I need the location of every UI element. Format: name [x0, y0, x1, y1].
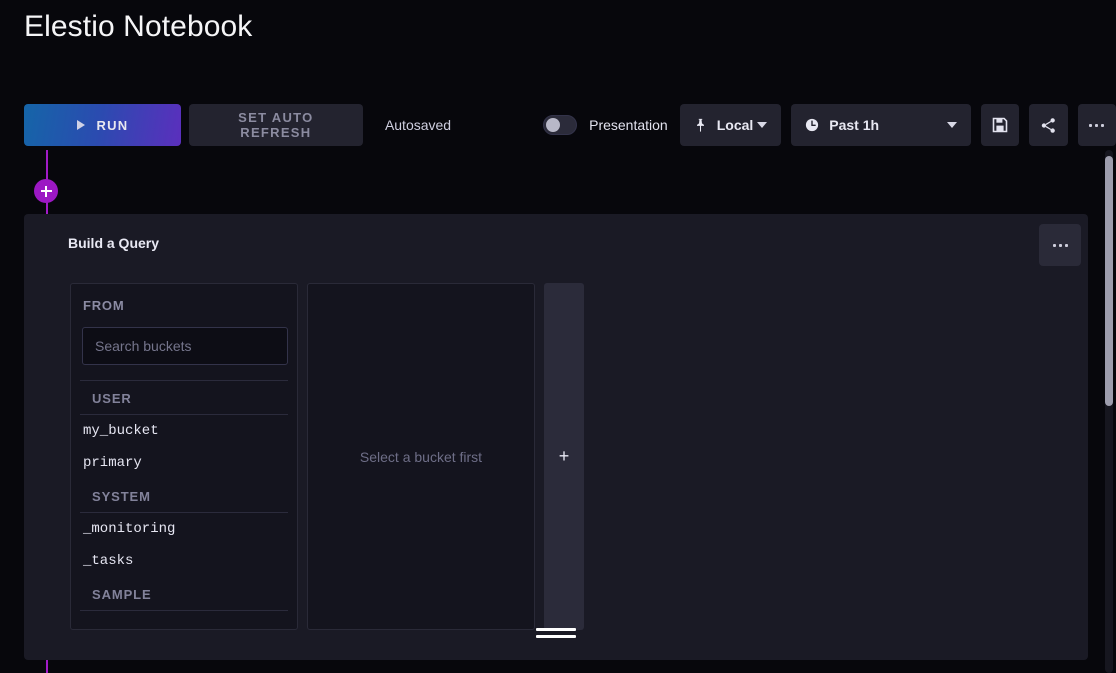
query-builder: FROM USER my_bucket primary SYSTEM _moni…: [70, 283, 1088, 630]
list-item[interactable]: my_bucket: [71, 415, 297, 447]
plus-icon: +: [559, 446, 570, 467]
time-range-dropdown[interactable]: Past 1h: [791, 104, 971, 146]
card-header: Build a Query: [24, 214, 1088, 274]
presentation-label: Presentation: [589, 117, 668, 133]
run-button[interactable]: RUN: [24, 104, 181, 146]
from-panel: FROM USER my_bucket primary SYSTEM _moni…: [70, 283, 298, 630]
bucket-group-header: SYSTEM: [80, 479, 288, 513]
query-cell-card: Build a Query FROM USER my_bucket primar…: [24, 214, 1088, 660]
chevron-down-icon: [947, 122, 957, 128]
more-horizontal-icon: [1089, 124, 1104, 127]
toolbar: RUN SET AUTO REFRESH Autosaved Presentat…: [24, 104, 1116, 146]
more-horizontal-icon: [1053, 244, 1068, 247]
share-icon: [1040, 117, 1057, 134]
add-filter-column-button[interactable]: +: [544, 283, 584, 630]
toolbar-more-button[interactable]: [1078, 104, 1116, 146]
local-dropdown[interactable]: Local: [680, 104, 782, 146]
local-dropdown-label: Local: [717, 117, 754, 133]
time-range-label: Past 1h: [829, 117, 879, 133]
presentation-toggle[interactable]: [543, 115, 577, 135]
toggle-knob: [546, 118, 560, 132]
card-title: Build a Query: [68, 235, 159, 251]
list-item[interactable]: _tasks: [71, 545, 297, 577]
bucket-group-header: SAMPLE: [80, 577, 288, 611]
card-more-button[interactable]: [1039, 224, 1081, 266]
bucket-group-header: USER: [80, 380, 288, 415]
save-icon: [992, 117, 1008, 133]
set-auto-refresh-button[interactable]: SET AUTO REFRESH: [189, 104, 363, 146]
chevron-down-icon: [757, 122, 767, 128]
page-scrollbar-thumb[interactable]: [1105, 156, 1113, 406]
clock-icon: [805, 118, 819, 132]
list-item[interactable]: _monitoring: [71, 513, 297, 545]
play-icon: [77, 120, 85, 130]
bucket-list[interactable]: USER my_bucket primary SYSTEM _monitorin…: [71, 380, 297, 629]
empty-state-text: Select a bucket first: [360, 449, 482, 465]
set-auto-refresh-label: SET AUTO REFRESH: [207, 110, 345, 140]
page-title: Elestio Notebook: [24, 10, 252, 44]
search-buckets-input[interactable]: [82, 327, 288, 365]
share-button[interactable]: [1029, 104, 1067, 146]
run-button-label: RUN: [97, 118, 129, 133]
from-panel-label: FROM: [83, 298, 124, 313]
notebook-page: Elestio Notebook RUN SET AUTO REFRESH Au…: [0, 0, 1116, 673]
pin-icon: [694, 118, 707, 132]
save-button[interactable]: [981, 104, 1019, 146]
autosaved-status: Autosaved: [385, 104, 451, 146]
list-item[interactable]: primary: [71, 447, 297, 479]
add-cell-button[interactable]: [34, 179, 58, 203]
measurement-panel: Select a bucket first: [307, 283, 535, 630]
card-resize-handle[interactable]: [536, 628, 576, 638]
presentation-mode-control: Presentation: [543, 104, 668, 146]
